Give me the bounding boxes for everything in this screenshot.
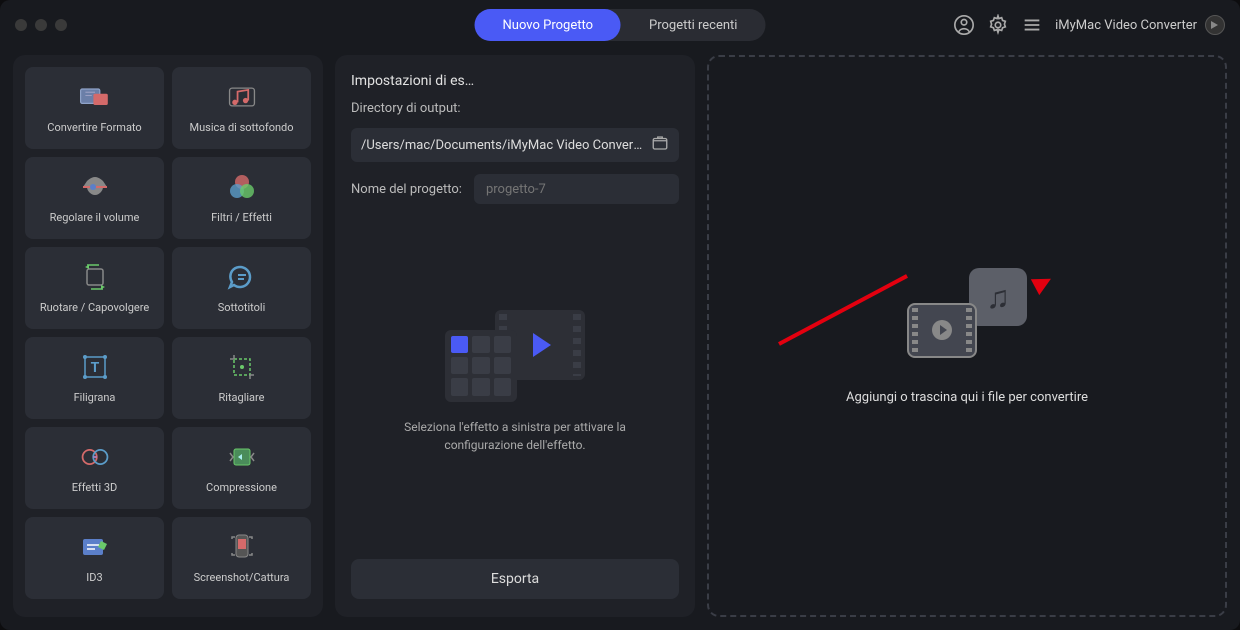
screenshot-capture-icon [226,531,258,563]
tool-label: Filtri / Effetti [211,211,272,224]
video-file-icon [907,303,977,358]
app-logo-icon [1205,15,1225,35]
tool-3d-effects[interactable]: Effetti 3D [25,427,164,509]
audio-file-icon: ♫ [969,268,1027,326]
subtitles-icon [226,261,258,293]
adjust-volume-icon [79,171,111,203]
output-dir-field[interactable]: /Users/mac/Documents/iMyMac Video Conver… [351,128,679,162]
tool-watermark[interactable]: T Filigrana [25,337,164,419]
annotation-arrow [779,342,924,346]
minimize-window-icon[interactable] [35,19,47,31]
app-title: iMyMac Video Converter [1055,15,1225,35]
placeholder-text: Seleziona l'effetto a sinistra per attiv… [385,418,645,454]
tool-screenshot-capture[interactable]: Screenshot/Cattura [172,517,311,599]
tool-label: Ruotare / Capovolgere [40,301,149,314]
background-music-icon [226,81,258,113]
output-dir-label: Directory di output: [351,101,679,116]
tool-label: Filigrana [74,391,116,404]
id3-icon [79,531,111,563]
tool-label: Regolare il volume [50,211,140,224]
tool-label: ID3 [86,571,102,584]
export-settings-panel: Impostazioni di es… Directory di output:… [335,55,695,617]
close-window-icon[interactable] [15,19,27,31]
tool-adjust-volume[interactable]: Regolare il volume [25,157,164,239]
tool-rotate-flip[interactable]: Ruotare / Capovolgere [25,247,164,329]
tool-label: Ritagliare [218,391,264,404]
tool-background-music[interactable]: Musica di sottofondo [172,67,311,149]
account-icon[interactable] [953,14,975,36]
tool-filters-effects[interactable]: Filtri / Effetti [172,157,311,239]
tool-convert-format[interactable]: Convertire Formato [25,67,164,149]
drop-zone-text: Aggiungi o trascina qui i file per conve… [846,390,1088,405]
settings-icon[interactable] [987,14,1009,36]
effects-grid-icon [445,330,517,402]
tool-label: Musica di sottofondo [189,121,293,134]
tool-label: Effetti 3D [72,481,118,494]
titlebar: Nuovo Progetto Progetti recenti iMyMac V… [0,0,1240,50]
effect-placeholder: Seleziona l'effetto a sinistra per attiv… [351,216,679,547]
maximize-window-icon[interactable] [55,19,67,31]
window-controls [15,19,67,31]
svg-text:T: T [90,360,99,376]
tool-id3[interactable]: ID3 [25,517,164,599]
settings-title: Impostazioni di es… [351,73,679,89]
drop-zone-icon: ♫ [907,268,1027,358]
menu-icon[interactable] [1021,14,1043,36]
filters-effects-icon [226,171,258,203]
tab-recent-projects[interactable]: Progetti recenti [621,9,765,41]
watermark-icon: T [79,351,111,383]
export-button[interactable]: Esporta [351,559,679,599]
placeholder-icon [445,310,585,400]
file-drop-zone[interactable]: ♫ Aggiungi o trascina qui i file per con… [707,55,1227,617]
output-dir-value: /Users/mac/Documents/iMyMac Video Conver… [361,138,645,153]
project-tabs: Nuovo Progetto Progetti recenti [475,9,766,41]
tab-new-project[interactable]: Nuovo Progetto [475,9,621,41]
compression-icon [226,441,258,473]
tool-crop[interactable]: Ritagliare [172,337,311,419]
tool-label: Convertire Formato [47,121,141,134]
tool-label: Screenshot/Cattura [194,571,290,584]
tool-label: Compressione [206,481,277,494]
project-name-input[interactable] [474,174,679,204]
browse-folder-icon[interactable] [651,134,669,156]
3d-effects-icon [79,441,111,473]
convert-format-icon [79,81,111,113]
rotate-flip-icon [79,261,111,293]
tool-label: Sottotitoli [218,301,266,314]
tool-compression[interactable]: Compressione [172,427,311,509]
project-name-label: Nome del progetto: [351,182,462,197]
crop-icon [226,351,258,383]
tools-sidebar: Convertire Formato Musica di sottofondo Re… [13,55,323,617]
tool-subtitles[interactable]: Sottotitoli [172,247,311,329]
